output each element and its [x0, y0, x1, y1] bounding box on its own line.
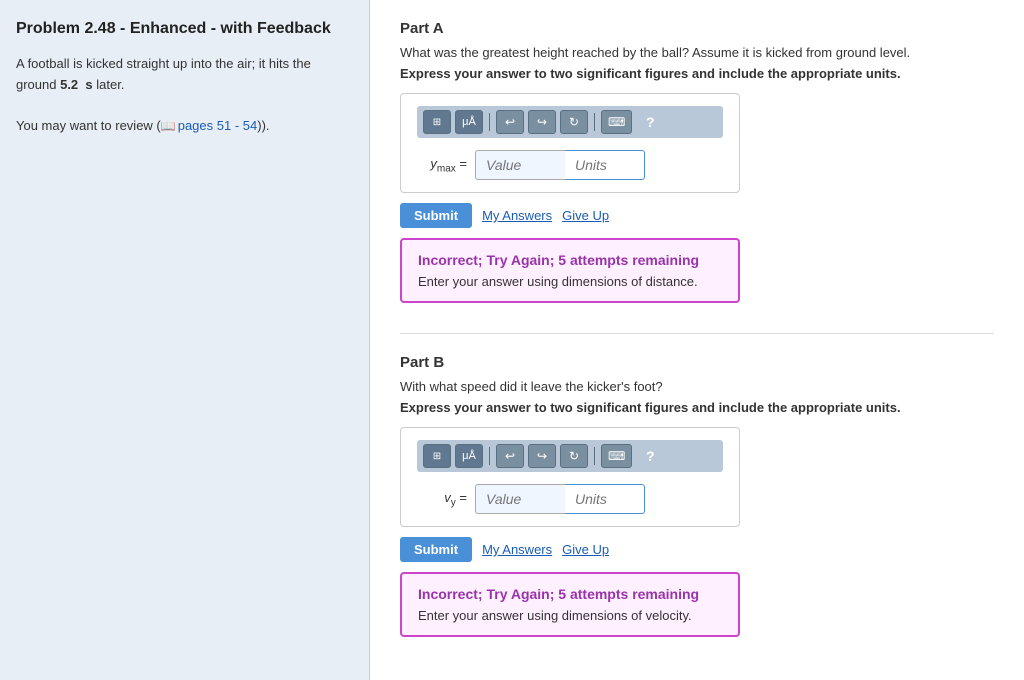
part-b-answer-container: ⊞ μÅ ↩ ↪ ↻ ⌨ ? vy = [400, 427, 740, 527]
redo-button-a[interactable]: ↪ [528, 110, 556, 134]
toolbar-divider-a1 [489, 113, 490, 131]
part-a-value-input[interactable] [475, 150, 565, 180]
part-b-my-answers-button[interactable]: My Answers [482, 542, 552, 557]
part-a-units-input[interactable] [565, 150, 645, 180]
part-a-feedback-title: Incorrect; Try Again; 5 attempts remaini… [418, 252, 722, 268]
help-button-b[interactable]: ? [636, 444, 664, 468]
matrix-button-a[interactable]: ⊞ [423, 110, 451, 134]
part-a-label: Part A [400, 20, 994, 37]
part-b-feedback-body: Enter your answer using dimensions of ve… [418, 608, 722, 623]
review-suffix: ). [262, 118, 270, 133]
mu-button-b[interactable]: μÅ [455, 444, 483, 468]
part-b-input-row: vy = [417, 484, 723, 514]
part-a-instruction: Express your answer to two significant f… [400, 66, 994, 81]
part-b-feedback-title: Incorrect; Try Again; 5 attempts remaini… [418, 586, 722, 602]
problem-description: A football is kicked straight up into th… [16, 54, 353, 96]
help-button-a[interactable]: ? [636, 110, 664, 134]
part-a-section: Part A What was the greatest height reac… [400, 20, 994, 303]
part-a-equation-label: ymax = [417, 156, 467, 175]
toolbar-divider-b2 [594, 447, 595, 465]
toolbar-divider-a2 [594, 113, 595, 131]
keyboard-button-a[interactable]: ⌨ [601, 110, 632, 134]
part-a-my-answers-button[interactable]: My Answers [482, 208, 552, 223]
part-b-subscript: y [451, 497, 456, 508]
part-b-instruction: Express your answer to two significant f… [400, 400, 994, 415]
review-link[interactable]: pages 51 - 54 [178, 118, 258, 133]
part-a-submit-button[interactable]: Submit [400, 203, 472, 228]
book-icon: 📖 [161, 117, 176, 136]
part-b-section: Part B With what speed did it leave the … [400, 354, 994, 637]
part-a-answer-container: ⊞ μÅ ↩ ↪ ↻ ⌨ ? ymax = [400, 93, 740, 193]
part-b-toolbar: ⊞ μÅ ↩ ↪ ↻ ⌨ ? [417, 440, 723, 472]
main-content: Part A What was the greatest height reac… [370, 0, 1024, 680]
undo-button-b[interactable]: ↩ [496, 444, 524, 468]
part-divider [400, 333, 994, 334]
part-b-units-input[interactable] [565, 484, 645, 514]
undo-button-a[interactable]: ↩ [496, 110, 524, 134]
part-a-subscript: max [437, 163, 456, 174]
matrix-button-b[interactable]: ⊞ [423, 444, 451, 468]
problem-title: Problem 2.48 - Enhanced - with Feedback [16, 20, 353, 38]
part-a-question: What was the greatest height reached by … [400, 45, 994, 60]
part-b-value-input[interactable] [475, 484, 565, 514]
redo-button-b[interactable]: ↪ [528, 444, 556, 468]
part-a-give-up-button[interactable]: Give Up [562, 208, 609, 223]
part-a-toolbar: ⊞ μÅ ↩ ↪ ↻ ⌨ ? [417, 106, 723, 138]
part-a-feedback-box: Incorrect; Try Again; 5 attempts remaini… [400, 238, 740, 303]
sidebar: Problem 2.48 - Enhanced - with Feedback … [0, 0, 370, 680]
part-b-label: Part B [400, 354, 994, 371]
toolbar-divider-b1 [489, 447, 490, 465]
part-a-buttons-row: Submit My Answers Give Up [400, 203, 994, 228]
keyboard-button-b[interactable]: ⌨ [601, 444, 632, 468]
part-b-buttons-row: Submit My Answers Give Up [400, 537, 994, 562]
review-text: You may want to review (📖pages 51 - 54))… [16, 116, 353, 137]
part-a-feedback-body: Enter your answer using dimensions of di… [418, 274, 722, 289]
sidebar-body: A football is kicked straight up into th… [16, 54, 353, 137]
refresh-button-a[interactable]: ↻ [560, 110, 588, 134]
part-a-input-row: ymax = [417, 150, 723, 180]
part-b-question: With what speed did it leave the kicker'… [400, 379, 994, 394]
part-b-feedback-box: Incorrect; Try Again; 5 attempts remaini… [400, 572, 740, 637]
part-b-equation-label: vy = [417, 490, 467, 509]
part-b-submit-button[interactable]: Submit [400, 537, 472, 562]
part-b-give-up-button[interactable]: Give Up [562, 542, 609, 557]
refresh-button-b[interactable]: ↻ [560, 444, 588, 468]
mu-button-a[interactable]: μÅ [455, 110, 483, 134]
